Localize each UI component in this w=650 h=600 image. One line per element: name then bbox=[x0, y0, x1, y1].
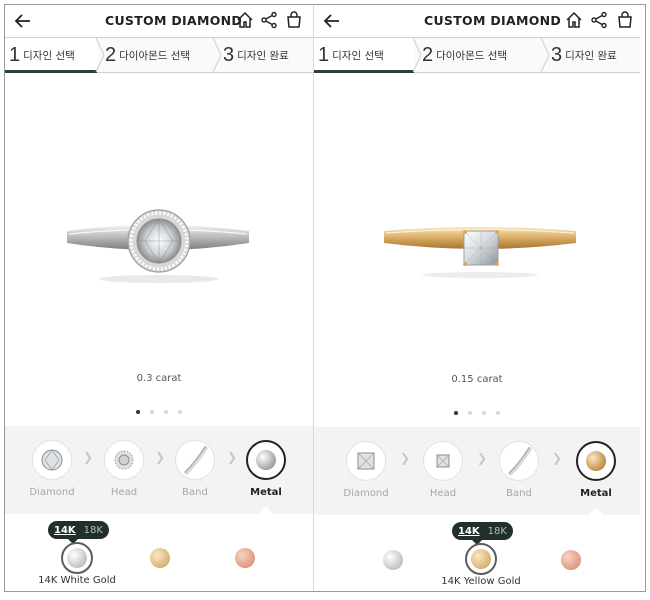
option-label: Band bbox=[506, 488, 532, 499]
metal-option-icon bbox=[246, 440, 286, 480]
option-diamond[interactable]: Diamond bbox=[334, 441, 398, 499]
right-screen: CUSTOM DIAMOND 1 디자인 선택 2 다이아몬드 선택 3 디자인… bbox=[314, 5, 640, 591]
tab-diamond-select[interactable]: 2 다이아몬드 선택 bbox=[422, 38, 542, 72]
tab-design-complete[interactable]: 3 디자인 완료 bbox=[223, 38, 313, 72]
head-option-icon bbox=[423, 441, 463, 481]
tab-design-select[interactable]: 1 디자인 선택 bbox=[5, 38, 97, 73]
ring-image bbox=[384, 227, 576, 278]
step-label: 디자인 완료 bbox=[237, 49, 289, 62]
option-label: Band bbox=[182, 487, 208, 498]
chevron-right-icon: ❯ bbox=[477, 451, 488, 465]
metal-option-icon bbox=[576, 441, 616, 481]
option-label: Head bbox=[429, 488, 457, 499]
shopping-bag-icon[interactable] bbox=[616, 11, 634, 29]
app-header: CUSTOM DIAMOND bbox=[5, 5, 313, 37]
option-metal[interactable]: Metal bbox=[234, 440, 298, 498]
carousel-dot[interactable] bbox=[482, 411, 486, 415]
option-diamond[interactable]: Diamond bbox=[20, 440, 84, 498]
step-number: 2 bbox=[105, 43, 117, 66]
metal-swatch-yellow-selected[interactable] bbox=[465, 543, 497, 575]
carousel-dots bbox=[314, 411, 640, 415]
step-label: 디자인 선택 bbox=[332, 49, 384, 62]
white-gold-swatch[interactable] bbox=[383, 550, 403, 570]
share-icon[interactable] bbox=[260, 11, 278, 29]
shopping-bag-icon[interactable] bbox=[285, 11, 303, 29]
option-label: Diamond bbox=[343, 488, 389, 499]
metal-selected-label: 14K White Gold bbox=[38, 575, 116, 586]
back-arrow-icon[interactable] bbox=[322, 11, 342, 31]
option-label: Metal bbox=[580, 488, 612, 499]
chevron-right-icon: ❯ bbox=[400, 451, 411, 465]
karat-toggle[interactable]: 14K 18K bbox=[452, 522, 513, 545]
karat-toggle[interactable]: 14K 18K bbox=[48, 521, 109, 544]
step-tabs: 1 디자인 선택 2 다이아몬드 선택 3 디자인 완료 bbox=[314, 37, 640, 73]
option-label: Metal bbox=[250, 487, 282, 498]
carat-label: 0.3 carat bbox=[136, 373, 182, 384]
tab-design-select[interactable]: 1 디자인 선택 bbox=[314, 38, 414, 73]
step-separator-icon bbox=[95, 38, 105, 72]
step-separator-icon bbox=[412, 38, 422, 72]
carousel-dots bbox=[5, 410, 313, 414]
metal-selected-label: 14K Yellow Gold bbox=[441, 576, 521, 587]
carousel-dot[interactable] bbox=[178, 410, 182, 414]
carousel-dot[interactable] bbox=[468, 411, 472, 415]
option-head[interactable]: Head bbox=[411, 441, 475, 499]
step-number: 3 bbox=[551, 43, 563, 66]
carat-label: 0.15 carat bbox=[451, 374, 503, 385]
option-label: Head bbox=[110, 487, 138, 498]
selected-indicator bbox=[259, 506, 273, 514]
option-bar: Diamond ❯ Head ❯ Band ❯ Metal bbox=[5, 426, 313, 514]
chevron-right-icon: ❯ bbox=[552, 451, 563, 465]
diamond-option-icon bbox=[32, 440, 72, 480]
step-separator-icon bbox=[540, 38, 550, 72]
band-option-icon bbox=[499, 441, 539, 481]
step-number: 2 bbox=[422, 43, 434, 66]
back-arrow-icon[interactable] bbox=[13, 11, 33, 31]
option-head[interactable]: Head bbox=[92, 440, 156, 498]
option-metal[interactable]: Metal bbox=[564, 441, 628, 499]
karat-14k[interactable]: 14K bbox=[458, 526, 480, 537]
white-gold-swatch bbox=[67, 548, 87, 568]
karat-18k[interactable]: 18K bbox=[84, 525, 103, 536]
step-label: 디자인 선택 bbox=[23, 49, 75, 62]
option-bar: Diamond ❯ Head ❯ Band ❯ Metal bbox=[314, 427, 640, 515]
home-icon[interactable] bbox=[236, 11, 254, 29]
left-screen: CUSTOM DIAMOND 1 디자인 선택 2 다이아몬드 선택 3 디자인… bbox=[5, 5, 313, 591]
tab-design-complete[interactable]: 3 디자인 완료 bbox=[551, 38, 640, 72]
selected-indicator bbox=[589, 507, 603, 515]
step-label: 다이아몬드 선택 bbox=[436, 49, 508, 62]
yellow-gold-swatch[interactable] bbox=[150, 548, 170, 568]
rose-gold-swatch[interactable] bbox=[561, 550, 581, 570]
yellow-gold-swatch bbox=[471, 549, 491, 569]
step-separator-icon bbox=[212, 38, 222, 72]
step-tabs: 1 디자인 선택 2 다이아몬드 선택 3 디자인 완료 bbox=[5, 37, 313, 73]
carousel-dot[interactable] bbox=[150, 410, 154, 414]
step-number: 3 bbox=[223, 43, 235, 66]
diamond-option-icon bbox=[346, 441, 386, 481]
carousel-dot[interactable] bbox=[164, 410, 168, 414]
karat-18k[interactable]: 18K bbox=[488, 526, 507, 537]
step-number: 1 bbox=[318, 43, 330, 66]
karat-14k[interactable]: 14K bbox=[54, 525, 76, 536]
app-header: CUSTOM DIAMOND bbox=[314, 5, 640, 37]
rose-gold-swatch[interactable] bbox=[235, 548, 255, 568]
share-icon[interactable] bbox=[590, 11, 608, 29]
option-band[interactable]: Band bbox=[163, 440, 227, 498]
step-number: 1 bbox=[9, 43, 21, 66]
page-title: CUSTOM DIAMOND bbox=[105, 13, 243, 28]
carousel-dot[interactable] bbox=[136, 410, 140, 414]
step-label: 다이아몬드 선택 bbox=[119, 49, 191, 62]
head-option-icon bbox=[104, 440, 144, 480]
ring-image bbox=[67, 209, 249, 283]
option-band[interactable]: Band bbox=[487, 441, 551, 499]
page-title: CUSTOM DIAMOND bbox=[424, 13, 562, 28]
tab-diamond-select[interactable]: 2 다이아몬드 선택 bbox=[105, 38, 215, 72]
metal-swatch-white-selected[interactable] bbox=[61, 542, 93, 574]
band-option-icon bbox=[175, 440, 215, 480]
carousel-dot[interactable] bbox=[496, 411, 500, 415]
option-label: Diamond bbox=[29, 487, 75, 498]
home-icon[interactable] bbox=[565, 11, 583, 29]
carousel-dot[interactable] bbox=[454, 411, 458, 415]
step-label: 디자인 완료 bbox=[565, 49, 617, 62]
